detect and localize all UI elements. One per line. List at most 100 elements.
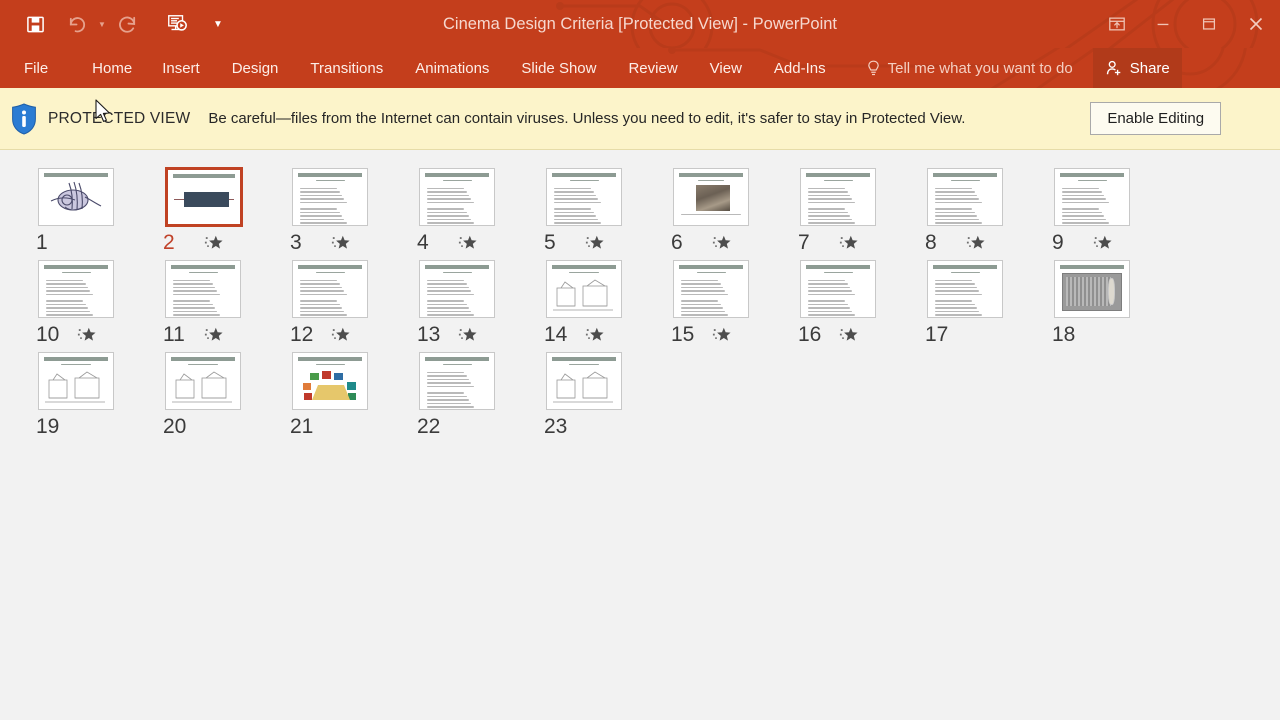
play-animations-button[interactable]: [457, 233, 479, 253]
play-animations-button[interactable]: [838, 233, 860, 253]
play-animations-button[interactable]: [711, 325, 733, 345]
slide-thumbnail[interactable]: [1054, 168, 1130, 226]
slide-thumbnail-item[interactable]: 2: [143, 166, 270, 258]
slide-thumbnail-item[interactable]: 19: [16, 350, 143, 442]
share-button[interactable]: Share: [1092, 48, 1182, 88]
slide-thumbnail[interactable]: [292, 260, 368, 318]
ribbon-display-options-button[interactable]: [1094, 0, 1140, 48]
tab-add-ins[interactable]: Add-Ins: [758, 48, 842, 88]
slide-thumbnail-item[interactable]: 23: [524, 350, 651, 442]
slide-thumbnail[interactable]: [673, 260, 749, 318]
restore-button[interactable]: [1186, 0, 1232, 48]
slide-thumbnail[interactable]: [800, 168, 876, 226]
tab-slide-show[interactable]: Slide Show: [505, 48, 612, 88]
play-animations-button[interactable]: [203, 233, 225, 253]
slide-thumbnail-item[interactable]: 18: [1032, 258, 1159, 350]
slide-meta-row: 19: [16, 412, 143, 442]
play-animations-button[interactable]: [584, 233, 606, 253]
slide-thumbnail[interactable]: [38, 352, 114, 410]
tab-animations[interactable]: Animations: [399, 48, 505, 88]
slide-thumbnail[interactable]: [419, 352, 495, 410]
slide-thumbnail-item[interactable]: 7: [778, 166, 905, 258]
slide-thumbnail-item[interactable]: 9: [1032, 166, 1159, 258]
tab-file[interactable]: File: [0, 48, 66, 88]
slide-thumbnail-item[interactable]: 10: [16, 258, 143, 350]
slide-thumbnail-item[interactable]: 4: [397, 166, 524, 258]
slide-thumbnail-item[interactable]: 12: [270, 258, 397, 350]
tab-insert-label: Insert: [162, 59, 200, 77]
play-animations-button[interactable]: [965, 233, 987, 253]
play-animations-button[interactable]: [76, 325, 98, 345]
slide-thumbnail[interactable]: [546, 352, 622, 410]
start-slideshow-button[interactable]: [160, 7, 194, 41]
tab-home[interactable]: Home: [78, 48, 146, 88]
slide-thumbnail-slot: [143, 350, 270, 412]
slide-thumbnail-item[interactable]: 22: [397, 350, 524, 442]
slide-thumbnail-slot: [651, 166, 778, 228]
slide-thumbnail-slot: [524, 350, 651, 412]
slide-thumbnail-item[interactable]: 16: [778, 258, 905, 350]
tab-review-label: Review: [628, 59, 678, 77]
slide-thumbnail-item[interactable]: 11: [143, 258, 270, 350]
slide-thumbnail[interactable]: [546, 168, 622, 226]
undo-button[interactable]: [60, 7, 94, 41]
slide-sorter-pane[interactable]: 1 2 3 4 5 6 7 8 9 10 11 12 13 14 15 16 17 18 19 20 21 22 23: [0, 150, 1280, 719]
undo-dropdown-icon[interactable]: ▼: [94, 7, 110, 41]
slide-thumbnail-item[interactable]: 3: [270, 166, 397, 258]
slide-number: 2: [163, 231, 175, 254]
slide-thumbnail[interactable]: [419, 168, 495, 226]
slide-number: 13: [417, 323, 441, 346]
save-button[interactable]: [18, 7, 52, 41]
customize-quick-access-toolbar-icon[interactable]: ▼: [210, 7, 226, 41]
slide-thumbnail[interactable]: [800, 260, 876, 318]
play-animations-button[interactable]: [1092, 233, 1114, 253]
slide-thumbnail-item[interactable]: 20: [143, 350, 270, 442]
redo-button[interactable]: [110, 7, 144, 41]
tell-me-search[interactable]: Tell me what you want to do: [842, 48, 1087, 88]
slide-meta-row: 22: [397, 412, 524, 442]
slide-thumbnail-item[interactable]: 14: [524, 258, 651, 350]
tab-review[interactable]: Review: [612, 48, 693, 88]
tab-transitions[interactable]: Transitions: [294, 48, 399, 88]
play-animations-button[interactable]: [584, 325, 606, 345]
animation-star-icon: [712, 235, 731, 249]
play-animations-button[interactable]: [457, 325, 479, 345]
close-button[interactable]: [1232, 0, 1280, 48]
slide-thumbnail[interactable]: [292, 168, 368, 226]
tab-insert[interactable]: Insert: [146, 48, 216, 88]
play-animations-button[interactable]: [838, 325, 860, 345]
slide-thumbnail[interactable]: [292, 352, 368, 410]
slide-thumbnail-item[interactable]: 21: [270, 350, 397, 442]
tab-design[interactable]: Design: [216, 48, 295, 88]
slide-thumbnail[interactable]: [673, 168, 749, 226]
slide-thumbnail[interactable]: [165, 260, 241, 318]
play-animations-button[interactable]: [203, 325, 225, 345]
tab-view[interactable]: View: [694, 48, 758, 88]
slide-thumbnail-item[interactable]: 8: [905, 166, 1032, 258]
play-animations-button[interactable]: [330, 325, 352, 345]
slide-thumbnail-slot: [778, 258, 905, 320]
slide-thumbnail-selected[interactable]: [165, 167, 243, 227]
slide-thumbnail-item[interactable]: 5: [524, 166, 651, 258]
slide-thumbnail-item[interactable]: 6: [651, 166, 778, 258]
slide-thumbnail[interactable]: [165, 352, 241, 410]
slide-thumbnail[interactable]: [927, 260, 1003, 318]
play-animations-button[interactable]: [711, 233, 733, 253]
enable-editing-button[interactable]: Enable Editing: [1090, 102, 1222, 135]
play-animations-button[interactable]: [330, 233, 352, 253]
minimize-button[interactable]: [1140, 0, 1186, 48]
slide-thumbnail-item[interactable]: 1: [16, 166, 143, 258]
slide-title-box: [184, 192, 229, 207]
slide-thumbnail[interactable]: [1054, 260, 1130, 318]
slide-thumbnail-item[interactable]: 13: [397, 258, 524, 350]
slide-meta-row: 21: [270, 412, 397, 442]
slide-thumbnail[interactable]: [419, 260, 495, 318]
slide-thumbnail[interactable]: [927, 168, 1003, 226]
slide-thumbnail[interactable]: [546, 260, 622, 318]
slide-meta-row: 13: [397, 320, 524, 350]
slide-meta-row: 15: [651, 320, 778, 350]
slide-thumbnail-item[interactable]: 15: [651, 258, 778, 350]
slide-thumbnail[interactable]: [38, 168, 114, 226]
slide-thumbnail[interactable]: [38, 260, 114, 318]
slide-thumbnail-item[interactable]: 17: [905, 258, 1032, 350]
